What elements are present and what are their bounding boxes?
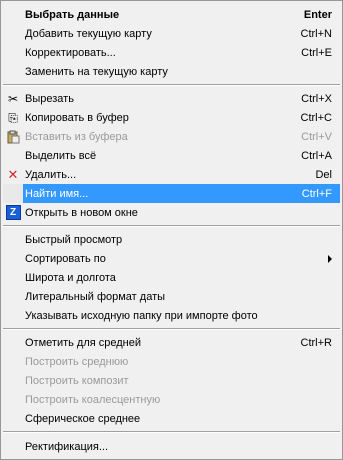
menu-item-shortcut: Ctrl+C	[300, 111, 332, 124]
menu-item-label: Отметить для средней	[25, 336, 142, 349]
menu-item-label: Построить среднюю	[25, 355, 129, 368]
menu-item-copy[interactable]: ⎘ Копировать в буфер Ctrl+C	[3, 108, 340, 127]
menu-item-find-name[interactable]: Найти имя... Ctrl+F	[3, 184, 340, 203]
menu-item-build-average[interactable]: Построить среднюю	[3, 352, 340, 371]
menu-item-label: Копировать в буфер	[25, 111, 129, 124]
menu-item-shortcut: Enter	[303, 8, 332, 21]
menu-item-add-current-map[interactable]: Добавить текущую карту Ctrl+N	[3, 24, 340, 43]
menu-item-label: Сферическое среднее	[25, 412, 141, 425]
submenu-arrow-icon	[328, 254, 332, 263]
menu-item-build-composite[interactable]: Построить композит	[3, 371, 340, 390]
menu-item-label: Найти имя...	[25, 187, 89, 200]
menu-item-label: Корректировать...	[25, 46, 116, 59]
z-app-icon: Z	[5, 205, 21, 220]
menu-item-shortcut: Ctrl+A	[301, 149, 332, 162]
menu-item-edit[interactable]: Корректировать... Ctrl+E	[3, 43, 340, 62]
menu-item-shortcut: Ctrl+N	[300, 27, 332, 40]
menu-item-spherical-average[interactable]: Сферическое среднее	[3, 409, 340, 428]
copy-icon: ⎘	[8, 110, 18, 125]
menu-item-cut[interactable]: ✂ Вырезать Ctrl+X	[3, 89, 340, 108]
menu-item-label: Добавить текущую карту	[25, 27, 152, 40]
menu-item-label: Ректификация...	[25, 440, 109, 453]
menu-item-source-folder-on-import[interactable]: Указывать исходную папку при импорте фот…	[3, 306, 340, 325]
menu-item-replace-with-current-map[interactable]: Заменить на текущую карту	[3, 62, 340, 81]
context-menu: Выбрать данные Enter Добавить текущую ка…	[0, 0, 343, 460]
menu-item-label: Вставить из буфера	[25, 130, 128, 143]
menu-item-label: Выделить всё	[25, 149, 97, 162]
menu-item-paste[interactable]: Вставить из буфера Ctrl+V	[3, 127, 340, 146]
menu-item-shortcut: Ctrl+F	[301, 187, 332, 200]
menu-item-open-new-window[interactable]: Z Открыть в новом окне	[3, 203, 340, 222]
scissors-icon: ✂	[7, 91, 19, 106]
menu-separator	[3, 225, 340, 227]
menu-item-select-data[interactable]: Выбрать данные Enter	[3, 5, 340, 24]
menu-item-mark-for-average[interactable]: Отметить для средней Ctrl+R	[3, 333, 340, 352]
menu-item-shortcut: Ctrl+X	[301, 92, 332, 105]
menu-item-label: Построить композит	[25, 374, 129, 387]
menu-item-quick-view[interactable]: Быстрый просмотр	[3, 230, 340, 249]
menu-item-shortcut: Ctrl+V	[301, 130, 332, 143]
menu-item-select-all[interactable]: Выделить всё Ctrl+A	[3, 146, 340, 165]
menu-item-label: Указывать исходную папку при импорте фот…	[25, 309, 258, 322]
menu-item-delete[interactable]: ✕ Удалить... Del	[3, 165, 340, 184]
menu-separator	[3, 328, 340, 330]
menu-item-label: Быстрый просмотр	[25, 233, 123, 246]
menu-separator	[3, 84, 340, 86]
menu-item-label: Удалить...	[25, 168, 77, 181]
menu-item-lat-lon[interactable]: Широта и долгота	[3, 268, 340, 287]
menu-item-label: Вырезать	[25, 92, 74, 105]
menu-item-rectification[interactable]: Ректификация...	[3, 437, 340, 456]
menu-item-shortcut: Ctrl+R	[300, 336, 332, 349]
menu-item-label: Выбрать данные	[25, 8, 120, 21]
menu-item-shortcut: Ctrl+E	[301, 46, 332, 59]
menu-item-sort-by[interactable]: Сортировать по	[3, 249, 340, 268]
menu-item-shortcut: Del	[315, 168, 332, 181]
delete-x-icon: ✕	[7, 167, 19, 182]
menu-item-label: Сортировать по	[25, 252, 106, 265]
paste-icon	[3, 127, 23, 146]
menu-item-label: Построить коалесцентную	[25, 393, 161, 406]
menu-item-build-coalescent[interactable]: Построить коалесцентную	[3, 390, 340, 409]
menu-separator	[3, 431, 340, 433]
menu-item-label: Широта и долгота	[25, 271, 116, 284]
menu-item-label: Открыть в новом окне	[25, 206, 138, 219]
menu-item-label: Заменить на текущую карту	[25, 65, 168, 78]
menu-item-literal-date-format[interactable]: Литеральный формат даты	[3, 287, 340, 306]
menu-item-label: Литеральный формат даты	[25, 290, 166, 303]
